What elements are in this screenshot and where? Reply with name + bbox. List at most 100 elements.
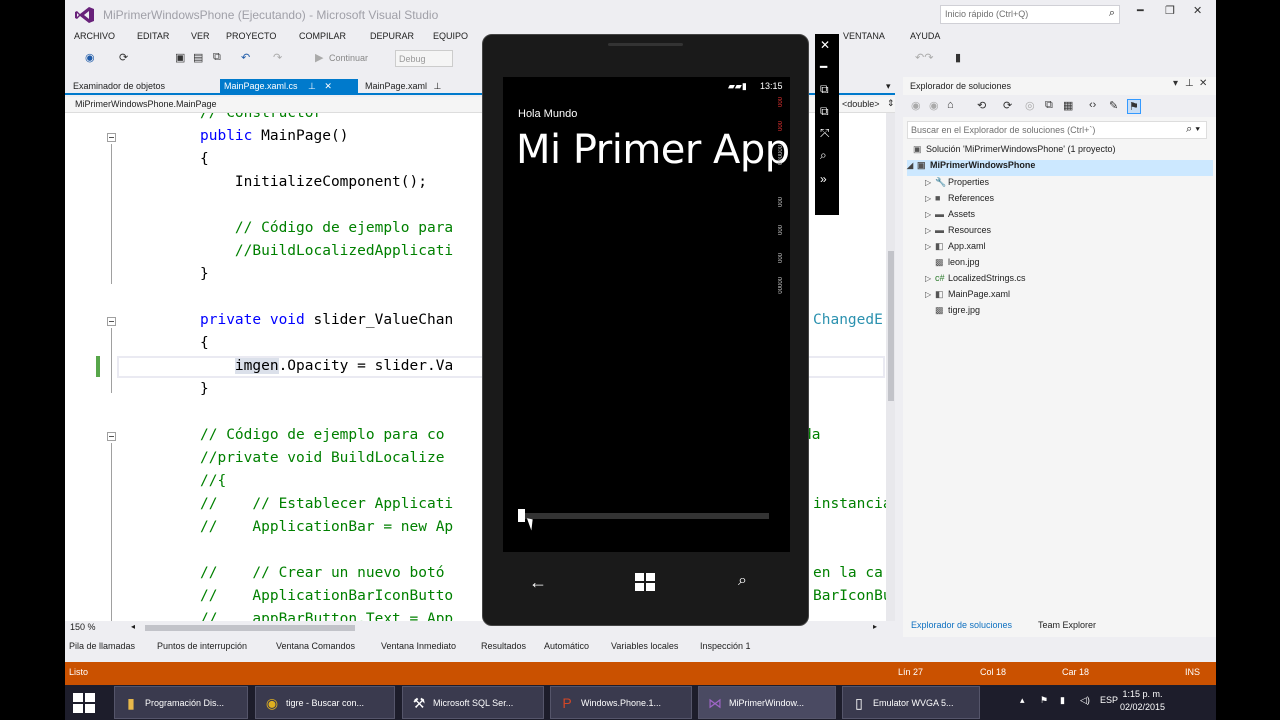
- pin-icon[interactable]: ⊥: [434, 81, 442, 91]
- system-clock[interactable]: 1:15 p. m. 02/02/2015: [1120, 688, 1165, 714]
- collapse-all-icon[interactable]: ⧉: [1045, 99, 1053, 112]
- opacity-slider-thumb[interactable]: [518, 509, 525, 522]
- pending-changes-icon[interactable]: ◎: [1025, 99, 1035, 112]
- menu-archivo[interactable]: ARCHIVO: [74, 31, 115, 41]
- menu-ventana[interactable]: VENTANA: [843, 31, 885, 41]
- opacity-slider-track[interactable]: [518, 513, 769, 519]
- redo-icon[interactable]: ↷: [273, 51, 282, 64]
- menu-proyecto[interactable]: PROYECTO: [226, 31, 276, 41]
- member-dropdown[interactable]: <double>: [842, 99, 880, 109]
- properties-icon[interactable]: ✎: [1109, 99, 1118, 112]
- save-icon[interactable]: ▣: [175, 51, 185, 64]
- taskbar-item[interactable]: P Windows.Phone.1...: [550, 686, 692, 719]
- collapsed-icon[interactable]: ▷: [925, 178, 935, 187]
- tree-item[interactable]: ▷ ■ References: [925, 193, 994, 209]
- tree-project[interactable]: ◢ ▣ MiPrimerWindowsPhone: [907, 160, 1213, 176]
- configuration-select[interactable]: Debug: [395, 50, 453, 67]
- taskbar-item[interactable]: ▮ Programación Dis...: [114, 686, 248, 719]
- menu-equipo[interactable]: EQUIPO: [433, 31, 468, 41]
- tree-item[interactable]: ▷ 🔧 Properties: [925, 177, 989, 193]
- collapsed-icon[interactable]: ▷: [925, 226, 935, 235]
- tab-mainpage-xaml[interactable]: MainPage.xaml ⊥: [361, 79, 445, 95]
- toolbar-extra-icon[interactable]: ↶↷: [915, 51, 933, 64]
- pin-icon[interactable]: ⊥: [1185, 78, 1194, 89]
- tab-watch-1[interactable]: Inspección 1: [700, 641, 751, 651]
- save-all-icon[interactable]: ▤: [193, 51, 203, 64]
- back-icon[interactable]: ◉: [911, 99, 921, 112]
- start-button[interactable]: [73, 693, 95, 713]
- volume-icon[interactable]: ◁): [1080, 695, 1090, 706]
- class-path-dropdown[interactable]: MiPrimerWindowsPhone.MainPage: [75, 99, 217, 109]
- tab-locals[interactable]: Variables locales: [611, 641, 678, 651]
- quick-launch-input[interactable]: Inicio rápido (Ctrl+Q) ⌕: [940, 5, 1120, 24]
- menu-editar[interactable]: EDITAR: [137, 31, 169, 41]
- menu-ayuda[interactable]: AYUDA: [910, 31, 940, 41]
- copy-icon[interactable]: ⧉: [213, 51, 221, 64]
- phone-screen[interactable]: ▰▰▮ 13:15 Hola Mundo Mi Primer App 000 0…: [503, 77, 790, 552]
- taskbar-item[interactable]: ▯ Emulator WVGA 5...: [842, 686, 980, 719]
- tab-solution-explorer[interactable]: Explorador de soluciones: [911, 620, 1012, 630]
- show-all-files-icon[interactable]: ▦: [1063, 99, 1073, 112]
- solution-search-input[interactable]: Buscar en el Explorador de soluciones (C…: [907, 121, 1207, 139]
- taskbar-item[interactable]: ◉ tigre - Buscar con...: [255, 686, 395, 719]
- rotate-left-icon[interactable]: ⧉: [820, 82, 829, 97]
- maximize-button[interactable]: ❐: [1165, 4, 1175, 17]
- scroll-right-icon[interactable]: ▸: [873, 622, 877, 631]
- collapsed-icon[interactable]: ▷: [925, 194, 935, 203]
- minimize-button[interactable]: ━: [1137, 4, 1144, 17]
- tab-list-dropdown-icon[interactable]: ▾: [882, 79, 895, 95]
- refresh-icon[interactable]: ⟳: [119, 51, 128, 64]
- close-panel-icon[interactable]: ✕: [1199, 78, 1207, 89]
- collapsed-icon[interactable]: ▷: [925, 242, 935, 251]
- menu-compilar[interactable]: COMPILAR: [299, 31, 346, 41]
- zoom-icon[interactable]: ⌕: [820, 148, 827, 163]
- close-button[interactable]: ✕: [1193, 4, 1202, 17]
- view-code-icon[interactable]: ‹›: [1089, 99, 1096, 111]
- continue-button[interactable]: Continuar: [329, 53, 368, 63]
- refresh-icon[interactable]: ⟳: [1003, 99, 1012, 112]
- scroll-left-icon[interactable]: ◂: [131, 622, 135, 631]
- play-icon[interactable]: ▶: [315, 51, 323, 64]
- tree-item[interactable]: ▷ ▬ Resources: [925, 225, 991, 241]
- tab-command-window[interactable]: Ventana Comandos: [276, 641, 355, 651]
- action-center-icon[interactable]: ⚑: [1040, 695, 1048, 706]
- fit-to-screen-icon[interactable]: ⤧: [820, 126, 830, 141]
- panel-dropdown-icon[interactable]: ▾: [1173, 78, 1178, 89]
- collapsed-icon[interactable]: ▷: [925, 210, 935, 219]
- horizontal-scrollbar-thumb[interactable]: [145, 625, 355, 631]
- tab-autos[interactable]: Automático: [544, 641, 589, 651]
- editor-vertical-scrollbar[interactable]: [886, 113, 895, 621]
- tree-item[interactable]: ▷ ◧ MainPage.xaml: [925, 289, 1010, 305]
- navigate-back-icon[interactable]: ◉: [85, 51, 95, 64]
- collapse-icon[interactable]: [107, 317, 116, 326]
- network-icon[interactable]: ▮: [1060, 695, 1065, 706]
- sync-icon[interactable]: ⟲: [977, 99, 986, 112]
- additional-tools-icon[interactable]: »: [820, 172, 827, 186]
- collapsed-icon[interactable]: ▷: [925, 274, 935, 283]
- menu-depurar[interactable]: DEPURAR: [370, 31, 414, 41]
- tab-call-stack[interactable]: Pila de llamadas: [69, 641, 135, 651]
- tree-item[interactable]: ▷ ◧ App.xaml: [925, 241, 986, 257]
- zoom-level-select[interactable]: 150 %: [70, 622, 96, 632]
- tab-immediate-window[interactable]: Ventana Inmediato: [381, 641, 456, 651]
- minimize-emulator-icon[interactable]: ━: [820, 60, 827, 74]
- taskbar-item[interactable]: ⋈ MiPrimerWindow...: [698, 686, 836, 719]
- home-icon[interactable]: ⌂: [947, 99, 954, 111]
- pin-icon[interactable]: ⊥: [308, 81, 316, 91]
- menu-ver[interactable]: VER: [191, 31, 210, 41]
- taskbar-item[interactable]: ⚒ Microsoft SQL Ser...: [402, 686, 544, 719]
- input-language[interactable]: ESP: [1100, 695, 1118, 705]
- tree-item[interactable]: ▷ c# LocalizedStrings.cs: [925, 273, 1026, 289]
- phone-start-button[interactable]: [635, 573, 655, 591]
- preview-selected-icon[interactable]: ⚑: [1127, 99, 1141, 114]
- tree-item[interactable]: ▷ ▬ Assets: [925, 209, 975, 225]
- show-hidden-icons-icon[interactable]: ▴: [1020, 695, 1025, 706]
- phone-back-button[interactable]: ←: [529, 572, 547, 593]
- phone-search-button[interactable]: ⌕: [738, 572, 747, 590]
- close-emulator-icon[interactable]: ✕: [820, 38, 830, 52]
- tree-solution[interactable]: ▣ Solución 'MiPrimerWindowsPhone' (1 proy…: [913, 144, 1116, 160]
- rotate-right-icon[interactable]: ⧉: [820, 104, 829, 119]
- close-tab-icon[interactable]: ✕: [324, 81, 332, 91]
- forward-icon[interactable]: ◉: [929, 99, 939, 112]
- tab-object-browser[interactable]: Examinador de objetos: [69, 79, 169, 95]
